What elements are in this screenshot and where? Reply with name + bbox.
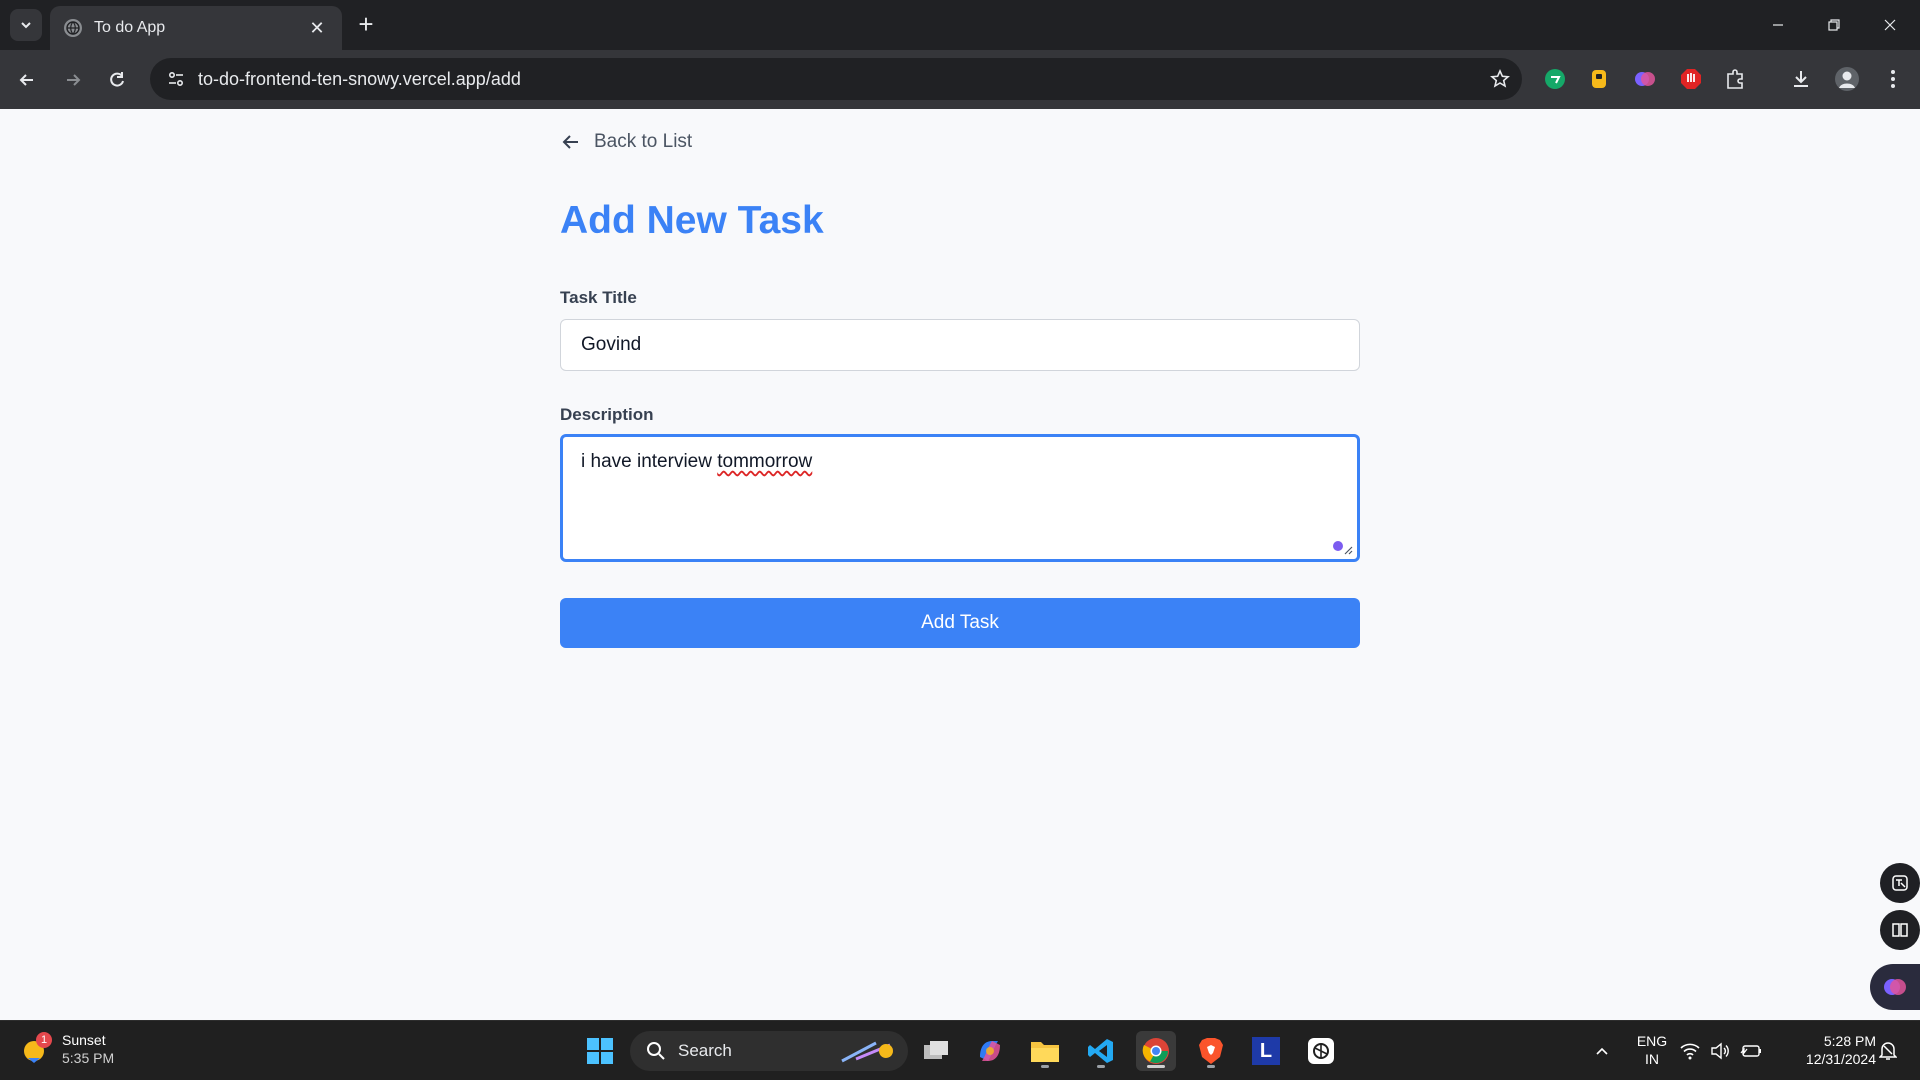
weather-label: Sunset — [62, 1032, 106, 1048]
l-app-icon[interactable]: L — [1246, 1031, 1286, 1071]
file-explorer-icon[interactable] — [1025, 1031, 1065, 1071]
chatgpt-icon[interactable] — [1301, 1031, 1341, 1071]
language-indicator[interactable]: ENG IN — [1630, 1032, 1674, 1068]
description-text: i have interview — [581, 451, 718, 472]
sunset-icon: 1 — [20, 1032, 52, 1064]
download-icon[interactable] — [1788, 66, 1814, 92]
honey-extension-icon[interactable] — [1586, 66, 1612, 92]
close-icon — [1884, 19, 1896, 31]
translate-widget-icon[interactable] — [1880, 863, 1920, 903]
weather-widget[interactable]: 1 Sunset 5:35 PM — [20, 1031, 114, 1067]
page-content: Back to List Add New Task Task Title Gov… — [0, 109, 1920, 1021]
misspelled-word: tommorrow — [717, 451, 813, 472]
active-indicator — [1147, 1065, 1165, 1068]
back-to-list-link[interactable]: Back to List — [560, 131, 692, 153]
new-tab-button[interactable]: + — [352, 11, 380, 39]
chrome-icon[interactable] — [1136, 1031, 1176, 1071]
reader-widget-icon[interactable] — [1880, 910, 1920, 950]
search-label: Search — [678, 1041, 732, 1060]
notification-bell-icon[interactable] — [1876, 1031, 1900, 1071]
browser-tabbar: To do App ✕ + — [0, 0, 1920, 50]
tab-title: To do App — [94, 19, 166, 36]
arrow-right-icon — [67, 74, 81, 86]
restore-icon — [1828, 19, 1840, 31]
volume-icon — [1711, 1042, 1729, 1060]
clock[interactable]: 5:28 PM 12/31/2024 — [1780, 1032, 1876, 1068]
brave-icon[interactable] — [1191, 1031, 1231, 1071]
bookmark-star-icon[interactable] — [1478, 69, 1522, 89]
arrow-left-icon — [562, 135, 578, 149]
back-to-list-label: Back to List — [594, 131, 693, 152]
resize-grip-icon[interactable] — [1343, 545, 1353, 555]
task-title-value: Govind — [581, 334, 642, 355]
system-tray-status[interactable] — [1676, 1031, 1766, 1071]
address-bar[interactable]: to-do-frontend-ten-snowy.vercel.app/add — [150, 58, 1522, 100]
description-label: Description — [560, 405, 654, 424]
add-task-button[interactable]: Add Task — [560, 598, 1360, 648]
battery-icon — [1740, 1045, 1761, 1057]
language-line1: ENG — [1636, 1033, 1668, 1049]
ai-assistant-widget-icon[interactable] — [1870, 964, 1920, 1010]
profile-avatar[interactable] — [1834, 66, 1860, 92]
weather-time: 5:35 PM — [62, 1050, 115, 1066]
clock-time: 5:28 PM — [1823, 1033, 1876, 1049]
back-button[interactable] — [10, 63, 44, 97]
description-textarea[interactable]: i have interview tommorrow — [560, 434, 1360, 562]
copilot-icon[interactable] — [970, 1031, 1010, 1071]
restore-button[interactable] — [1806, 0, 1862, 50]
running-indicator — [1207, 1065, 1215, 1068]
running-indicator — [1041, 1065, 1049, 1068]
url-text[interactable]: to-do-frontend-ten-snowy.vercel.app/add — [198, 69, 1478, 90]
browser-toolbar: to-do-frontend-ten-snowy.vercel.app/add — [0, 50, 1920, 109]
browser-menu-icon[interactable] — [1880, 66, 1906, 92]
windows-start-icon[interactable] — [580, 1031, 620, 1071]
forward-button[interactable] — [56, 63, 90, 97]
browser-tab[interactable]: To do App ✕ — [50, 6, 342, 50]
task-view-icon[interactable] — [916, 1031, 956, 1071]
search-icon — [647, 1042, 665, 1060]
site-settings-icon[interactable] — [154, 69, 198, 89]
tab-close-icon[interactable]: ✕ — [306, 18, 328, 39]
task-title-input[interactable]: Govind — [560, 319, 1360, 371]
chevron-down-icon — [21, 22, 31, 29]
ai-brain-extension-icon[interactable] — [1632, 66, 1658, 92]
grammarly-indicator-icon[interactable] — [1333, 541, 1343, 551]
clock-date: 12/31/2024 — [1805, 1051, 1876, 1067]
minimize-button[interactable] — [1750, 0, 1806, 50]
globe-icon — [64, 19, 82, 37]
running-indicator — [1097, 1065, 1105, 1068]
page-title: Add New Task — [560, 199, 824, 242]
grammarly-extension-icon[interactable] — [1542, 66, 1568, 92]
tab-search-button[interactable] — [10, 9, 42, 41]
show-hidden-icons-icon[interactable] — [1582, 1031, 1622, 1071]
reload-button[interactable] — [100, 63, 134, 97]
minimize-icon — [1773, 24, 1783, 26]
search-highlight-icon — [841, 1041, 893, 1063]
wifi-icon — [1680, 1043, 1700, 1060]
task-title-label: Task Title — [560, 288, 637, 307]
extensions-puzzle-icon[interactable] — [1722, 66, 1748, 92]
language-line2: IN — [1645, 1051, 1659, 1067]
weather-badge: 1 — [36, 1032, 52, 1048]
windows-taskbar: 1 Sunset 5:35 PM Search L ENG IN 5:28 PM… — [0, 1020, 1920, 1080]
taskbar-search[interactable]: Search — [630, 1031, 908, 1071]
arrow-left-icon — [19, 74, 33, 86]
close-window-button[interactable] — [1862, 0, 1918, 50]
adblock-extension-icon[interactable] — [1678, 66, 1704, 92]
reload-icon — [110, 72, 124, 87]
vscode-icon[interactable] — [1081, 1031, 1121, 1071]
